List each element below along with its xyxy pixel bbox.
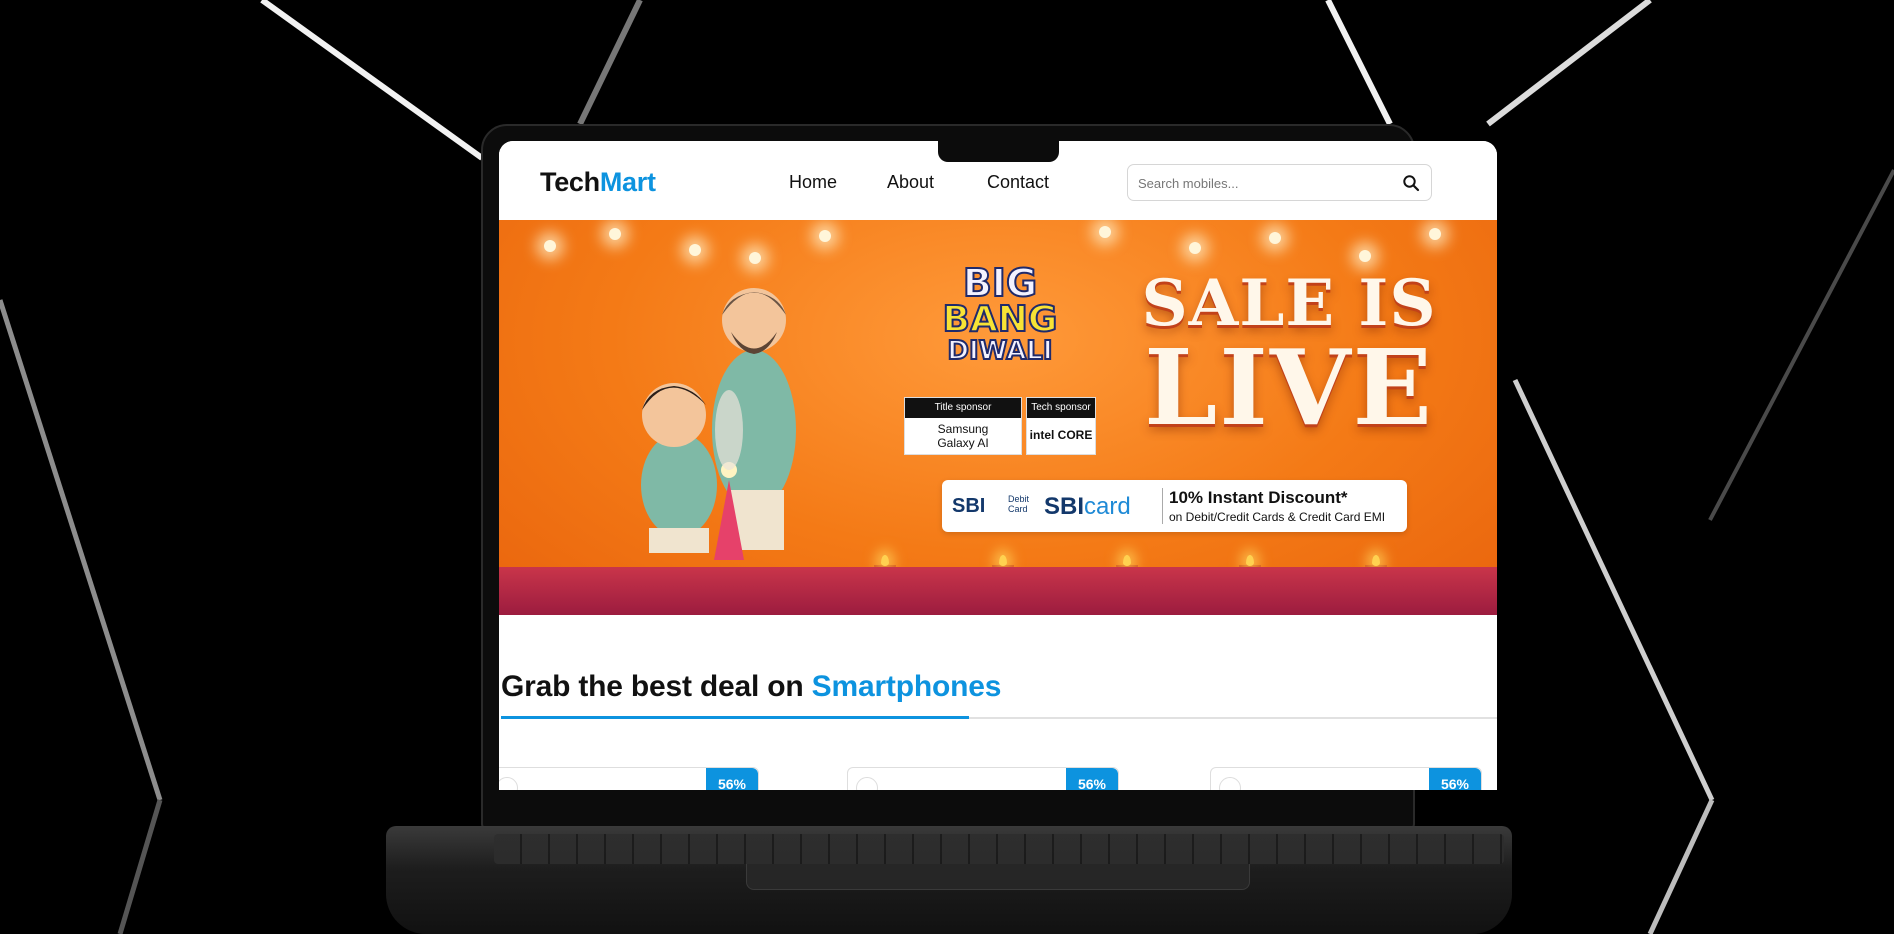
title-sponsor-label: Title sponsor xyxy=(905,398,1021,418)
search-icon[interactable] xyxy=(1402,174,1420,192)
sbi-card-bold: SBI xyxy=(1044,493,1085,520)
offer-divider xyxy=(1162,488,1163,524)
section-title-accent: Smartphones xyxy=(811,670,1002,703)
laptop-keyboard xyxy=(494,834,1504,864)
discount-badge: 56% xyxy=(706,768,758,790)
banner-floor xyxy=(499,567,1497,615)
section-title-main: Grab the best deal on xyxy=(501,670,812,703)
sbi-card-text: card xyxy=(1084,493,1131,520)
string-light xyxy=(609,228,621,240)
diwali-family-illustration xyxy=(641,288,796,560)
logo-accent: Mart xyxy=(599,167,656,197)
logo-main: Tech xyxy=(540,167,600,197)
string-light xyxy=(819,230,831,242)
tech-sponsor-label: Tech sponsor xyxy=(1027,398,1095,418)
search-input[interactable] xyxy=(1138,173,1388,193)
discount-badge: 56% xyxy=(1066,768,1118,790)
hero-banner[interactable]: BIG BANG DIWALI SALE IS LIVE Title spons… xyxy=(499,220,1497,615)
sale-is-live-headline: SALE IS LIVE xyxy=(1129,272,1449,440)
nav-home[interactable]: Home xyxy=(789,172,837,193)
nav-contact[interactable]: Contact xyxy=(987,172,1049,193)
product-card[interactable]: 56% xyxy=(499,767,759,790)
section-title: Grab the best deal on Smartphones xyxy=(501,670,1001,704)
offer-subtitle: on Debit/Credit Cards & Credit Card EMI xyxy=(1169,510,1386,524)
product-card[interactable]: 56% xyxy=(847,767,1119,790)
string-light xyxy=(749,252,761,264)
search-box xyxy=(1127,164,1432,201)
nav-about[interactable]: About xyxy=(887,172,934,193)
bang-line-2: BANG xyxy=(942,299,1059,340)
camera-notch xyxy=(938,138,1059,162)
string-light xyxy=(1359,250,1371,262)
tech-sponsor-name: intel CORE xyxy=(1029,428,1093,442)
string-light xyxy=(689,244,701,256)
heart-icon[interactable] xyxy=(499,777,518,790)
title-sponsor-name-2: Galaxy AI xyxy=(937,436,989,450)
sbi-card-logo: SBIcard xyxy=(1044,493,1131,521)
section-divider-accent xyxy=(501,716,969,719)
string-light xyxy=(544,240,556,252)
string-light xyxy=(1429,228,1441,240)
laptop-trackpad xyxy=(746,864,1250,890)
discount-badge: 56% xyxy=(1429,768,1481,790)
title-sponsor-box: Title sponsor Samsung Galaxy AI xyxy=(904,397,1022,455)
website-screen: TechMart Home About Contact Search mobil… xyxy=(499,141,1497,790)
bang-line-1: BIG xyxy=(962,261,1038,305)
sbi-debit-sub: Debit Card xyxy=(1008,494,1030,514)
string-light xyxy=(1189,242,1201,254)
sbi-debit-logo: SBI xyxy=(952,495,986,517)
big-bang-diwali-logo: BIG BANG DIWALI xyxy=(925,261,1075,366)
string-light xyxy=(1269,232,1281,244)
title-sponsor-name-1: Samsung xyxy=(937,422,989,436)
product-card[interactable]: 56% xyxy=(1210,767,1482,790)
bang-line-3: DIWALI xyxy=(946,336,1053,366)
offer-title: 10% Instant Discount* xyxy=(1169,488,1348,507)
bank-offer-strip: SBI Debit Card SBIcard 10% Instant Disco… xyxy=(942,480,1407,532)
site-logo[interactable]: TechMart xyxy=(540,167,656,198)
string-light xyxy=(1099,226,1111,238)
heart-icon[interactable] xyxy=(856,777,878,790)
sale-line-2: LIVE xyxy=(1144,326,1434,449)
heart-icon[interactable] xyxy=(1219,777,1241,790)
tech-sponsor-box: Tech sponsor intel CORE xyxy=(1026,397,1096,455)
